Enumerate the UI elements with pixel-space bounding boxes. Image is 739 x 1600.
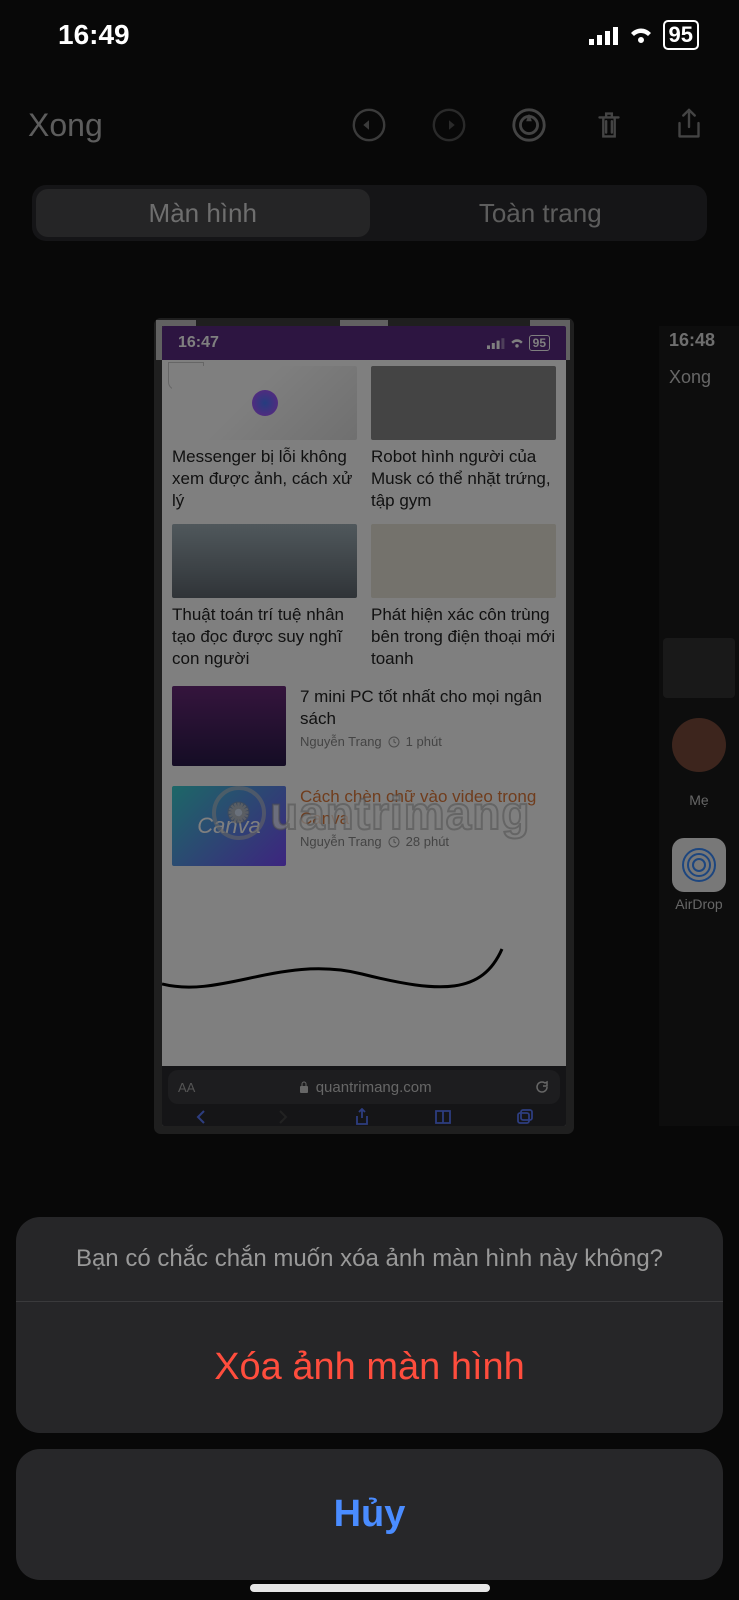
list-time: 1 phút: [406, 734, 442, 749]
view-mode-segmented: Màn hình Toàn trang: [32, 185, 707, 241]
reload-icon: [534, 1079, 550, 1095]
markup-pen-button[interactable]: [507, 103, 551, 147]
screenshot-preview-strip: 16:47 95 Messenger bị lỗi không xem được…: [0, 300, 739, 1150]
next-screenshot-peek[interactable]: 16:48 Xong Mẹ AirDrop: [659, 326, 739, 1126]
screenshot-preview[interactable]: 16:47 95 Messenger bị lỗi không xem được…: [162, 326, 566, 1126]
news-thumb: [371, 524, 556, 598]
list-item: 7 mini PC tốt nhất cho mọi ngân sách Ngu…: [162, 676, 566, 776]
markup-toolbar: Xong: [0, 90, 739, 160]
lock-icon: [298, 1080, 310, 1094]
wifi-icon: [627, 25, 655, 45]
news-title: Thuật toán trí tuệ nhân tạo đọc được suy…: [172, 604, 357, 670]
cellular-icon: [487, 337, 505, 349]
status-bar: 16:49 95: [0, 0, 739, 70]
status-time: 16:49: [58, 19, 130, 51]
list-author: Nguyễn Trang: [300, 834, 382, 849]
home-indicator[interactable]: [250, 1584, 490, 1592]
news-card: Thuật toán trí tuệ nhân tạo đọc được suy…: [172, 524, 357, 670]
tab-screen[interactable]: Màn hình: [36, 189, 370, 237]
share-icon: [354, 1108, 370, 1126]
markup-scribble: [162, 944, 566, 1004]
sheet-message: Bạn có chắc chắn muốn xóa ảnh màn hình n…: [16, 1217, 723, 1302]
cancel-button[interactable]: Hủy: [16, 1449, 723, 1580]
news-title: Messenger bị lỗi không xem được ảnh, các…: [172, 446, 357, 512]
browser-content: Messenger bị lỗi không xem được ảnh, các…: [162, 360, 566, 1066]
bookmarks-icon: [434, 1109, 452, 1125]
wifi-icon: [509, 337, 525, 349]
list-item: Canva Cách chèn chữ vào video trong Canv…: [162, 776, 566, 876]
side-time: 16:48: [659, 326, 739, 351]
undo-button[interactable]: [347, 103, 391, 147]
clock-icon: [388, 736, 400, 748]
contact-label: Mẹ: [659, 792, 739, 808]
url-label: quantrimang.com: [316, 1079, 432, 1096]
side-preview-thumb: [663, 638, 735, 698]
canva-logo: Canva: [197, 813, 261, 839]
news-title: Robot hình người của Musk có thể nhặt tr…: [371, 446, 556, 512]
safari-toolbar: AA quantrimang.com: [162, 1066, 566, 1126]
battery-level: 95: [663, 20, 699, 50]
status-right: 95: [589, 20, 699, 50]
delete-button[interactable]: [587, 103, 631, 147]
tab-full-page[interactable]: Toàn trang: [374, 185, 708, 241]
news-title: Phát hiện xác côn trùng bên trong điện t…: [371, 604, 556, 670]
delete-action-sheet: Bạn có chắc chắn muốn xóa ảnh màn hình n…: [16, 1217, 723, 1580]
news-thumb: [172, 366, 357, 440]
clock-icon: [388, 836, 400, 848]
news-card: Robot hình người của Musk có thể nhặt tr…: [371, 366, 556, 512]
redo-button[interactable]: [427, 103, 471, 147]
inner-battery: 95: [529, 335, 550, 351]
news-card: Phát hiện xác côn trùng bên trong điện t…: [371, 524, 556, 670]
list-time: 28 phút: [406, 834, 449, 849]
airdrop-icon: [672, 838, 726, 892]
url-text: quantrimang.com: [298, 1079, 432, 1096]
tabs-icon: [516, 1109, 534, 1125]
list-meta: Nguyễn Trang 1 phút: [300, 734, 556, 749]
side-done: Xong: [659, 351, 739, 388]
list-author: Nguyễn Trang: [300, 734, 382, 749]
news-thumb: [172, 524, 357, 598]
back-icon: [194, 1109, 210, 1125]
delete-screenshot-button[interactable]: Xóa ảnh màn hình: [16, 1302, 723, 1433]
inner-status-bar: 16:47 95: [162, 326, 566, 360]
inner-time: 16:47: [178, 334, 219, 352]
contact-avatar: [672, 718, 726, 772]
list-title: Cách chèn chữ vào video trong Canva: [300, 786, 556, 830]
list-thumb: [172, 686, 286, 766]
share-button[interactable]: [667, 103, 711, 147]
airdrop-label: AirDrop: [659, 896, 739, 912]
news-thumb: [371, 366, 556, 440]
news-card: Messenger bị lỗi không xem được ảnh, các…: [172, 366, 357, 512]
list-title: 7 mini PC tốt nhất cho mọi ngân sách: [300, 686, 556, 730]
forward-icon: [274, 1109, 290, 1125]
list-meta: Nguyễn Trang 28 phút: [300, 834, 556, 849]
list-thumb: Canva: [172, 786, 286, 866]
done-button[interactable]: Xong: [28, 107, 103, 144]
text-size-button: AA: [178, 1080, 195, 1095]
cellular-icon: [589, 25, 619, 45]
